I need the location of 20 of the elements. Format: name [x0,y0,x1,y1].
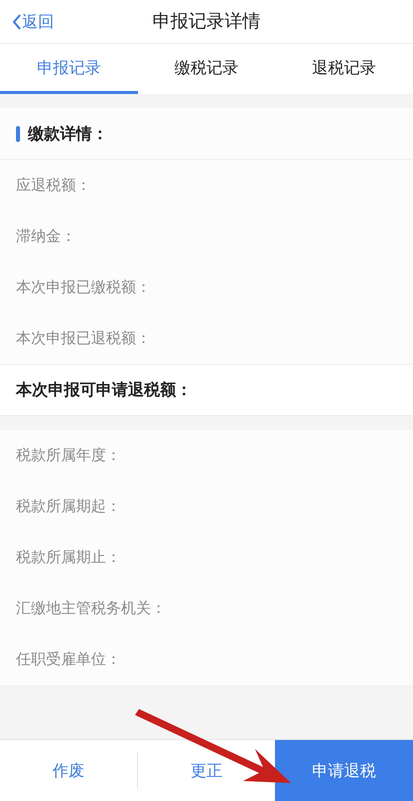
field-label: 本次申报已退税额： [16,328,151,350]
field-label: 应退税额： [16,175,91,196]
section-heading: 缴款详情： [28,122,108,144]
page-title: 申报记录详情 [152,10,260,34]
field-label: 任职受雇单位： [16,649,121,670]
back-button[interactable]: 返回 [12,10,54,34]
field-label: 本次申报已缴税额： [16,277,151,298]
field-label: 税款所属年度： [16,445,121,466]
tab[interactable]: 退税记录 [275,44,413,94]
chevron-left-icon [12,12,22,30]
field-label: 税款所属期止： [16,547,121,568]
field-label: 税款所属期起： [16,496,121,518]
heading-marker [16,126,20,142]
field-label: 汇缴地主管税务机关： [16,598,166,620]
field-label: 本次申报可申请退税额： [16,379,192,401]
tab[interactable]: 缴税记录 [138,44,276,94]
apply-refund-button[interactable]: 申请退税 [275,740,413,801]
footer-button[interactable]: 更正 [138,740,275,801]
field-label: 滞纳金： [16,226,76,248]
footer-button[interactable]: 作废 [0,752,138,789]
